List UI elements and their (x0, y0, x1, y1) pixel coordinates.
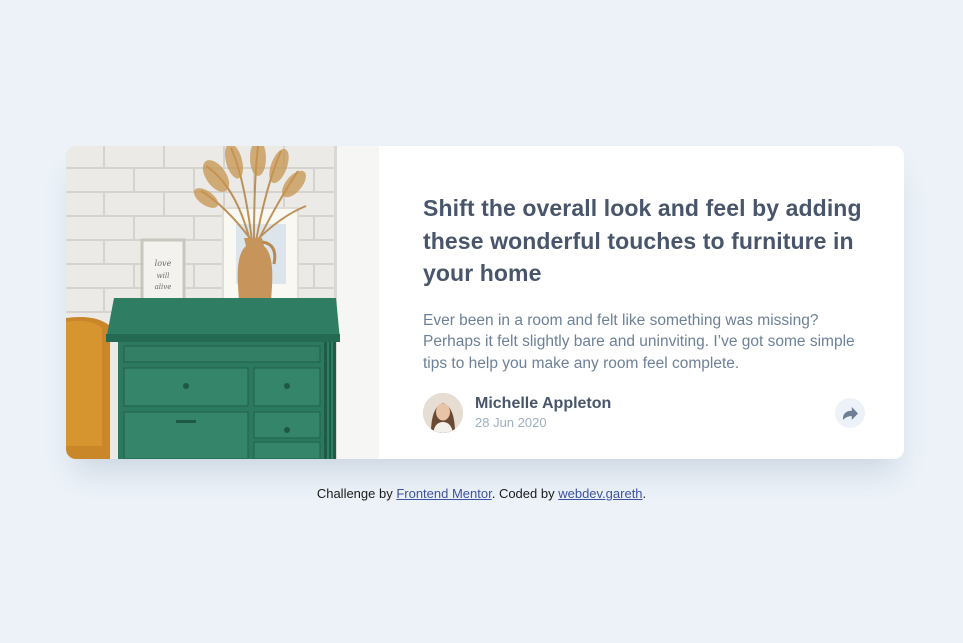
author-name: Michelle Appleton (475, 395, 612, 412)
attribution-middle: . Coded by (491, 486, 559, 501)
svg-text:alive: alive (155, 283, 172, 291)
author-info: Michelle Appleton 28 Jun 2020 (475, 394, 611, 432)
share-icon (842, 406, 858, 420)
drawers-illustration: love will alive (66, 146, 379, 459)
drawers-image: love will alive (66, 146, 379, 459)
publish-date: 28 Jun 2020 (475, 415, 547, 430)
share-button[interactable] (835, 398, 865, 428)
svg-text:will: will (157, 272, 170, 280)
article-description: Ever been in a room and felt like someth… (423, 311, 855, 372)
attribution: Challenge by Frontend Mentor. Coded by w… (0, 486, 963, 501)
author-avatar (423, 393, 463, 433)
card-content: Shift the overall look and feel by addin… (379, 146, 904, 459)
article-title[interactable]: Shift the overall look and feel by addin… (423, 192, 863, 290)
svg-text:love: love (155, 259, 172, 268)
author-link[interactable]: webdev.gareth (558, 486, 642, 501)
frontend-mentor-link[interactable]: Frontend Mentor (396, 486, 491, 501)
attribution-suffix: . (642, 486, 647, 501)
author-row: Michelle Appleton 28 Jun 2020 (423, 393, 865, 433)
attribution-prefix: Challenge by (316, 486, 397, 501)
article-preview-card: love will alive Shift the overall look a… (66, 146, 904, 459)
